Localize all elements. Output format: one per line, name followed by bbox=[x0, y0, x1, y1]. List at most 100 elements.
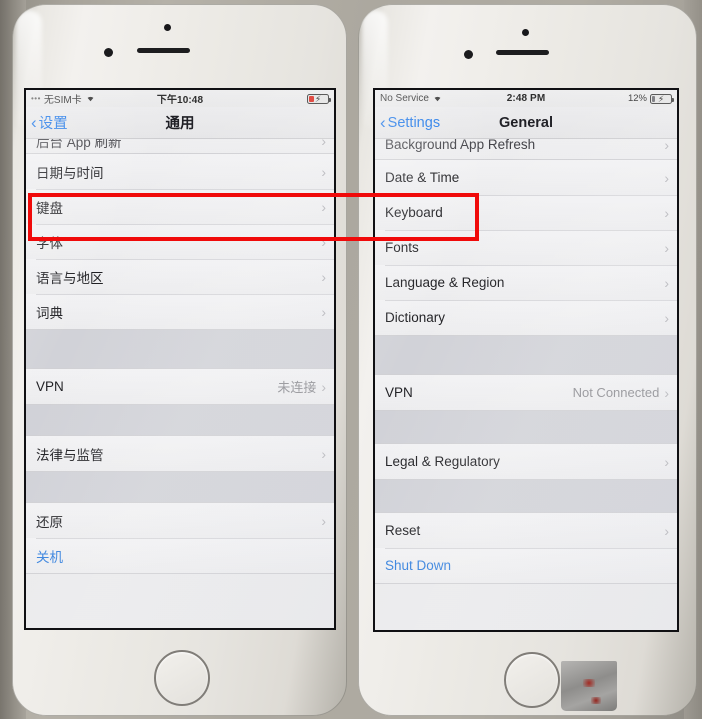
list-item-value: 未连接 bbox=[277, 380, 317, 395]
list-item-label: 语言与地区 bbox=[36, 270, 104, 286]
right-phone-screen: No Service 2:48 PM 12% ⚡ ‹ Settings Gene… bbox=[373, 88, 679, 632]
left-phone-screen: ••• 无SIM卡 下午10:48 ⚡ ‹ 设置 通用 后台 App 刷新 › … bbox=[24, 88, 336, 630]
left-settings-list[interactable]: 日期与时间 › 键盘 › 字体 › 语言与地区 › 词典 › VPN 未连接 › 法律与监管 › 还原 › 关机 bbox=[26, 153, 334, 628]
list-item[interactable]: 字体 › bbox=[26, 224, 334, 259]
list-item-label: 键盘 bbox=[36, 200, 63, 216]
list-item[interactable]: VPN Not Connected › bbox=[375, 375, 677, 410]
left-back-button[interactable]: ‹ 设置 bbox=[26, 112, 68, 133]
list-item-label: 日期与时间 bbox=[36, 165, 104, 181]
left-page-title: 通用 bbox=[165, 116, 195, 132]
list-group-separator bbox=[26, 472, 334, 502]
right-phone-front-camera-icon bbox=[522, 29, 529, 36]
left-status-time: 下午10:48 bbox=[156, 95, 204, 106]
list-item[interactable]: VPN 未连接 › bbox=[26, 369, 334, 404]
list-item-label: Reset bbox=[385, 523, 421, 538]
left-nav-bar: ‹ 设置 通用 bbox=[26, 107, 334, 139]
chevron-right-icon: › bbox=[321, 198, 326, 215]
list-item[interactable]: Keyboard › bbox=[375, 195, 677, 230]
chevron-right-icon: › bbox=[321, 163, 326, 180]
list-item-label: Dictionary bbox=[385, 310, 446, 325]
chevron-right-icon: › bbox=[664, 274, 669, 291]
list-group: 日期与时间 › 键盘 › 字体 › 语言与地区 › 词典 › bbox=[26, 153, 334, 330]
list-item[interactable]: 键盘 › bbox=[26, 189, 334, 224]
left-phone-sensor-icon bbox=[104, 48, 113, 57]
chevron-right-icon: › bbox=[664, 169, 669, 186]
list-item-label: 关机 bbox=[36, 549, 63, 565]
right-phone-earpiece-speaker bbox=[496, 50, 549, 55]
left-phone-front-camera-icon bbox=[164, 24, 171, 31]
chevron-right-icon: › bbox=[321, 378, 326, 395]
list-item[interactable]: Language & Region › bbox=[375, 265, 677, 300]
list-item-value: Not Connected bbox=[572, 385, 660, 400]
list-item-label: Fonts bbox=[385, 240, 419, 255]
chevron-right-icon: › bbox=[664, 522, 669, 539]
list-item[interactable]: 词典 › bbox=[26, 294, 334, 329]
chevron-right-icon: › bbox=[664, 384, 669, 401]
list-item[interactable]: Date & Time › bbox=[375, 160, 677, 195]
list-item[interactable]: Reset › bbox=[375, 513, 677, 548]
right-status-time: 2:48 PM bbox=[506, 93, 546, 104]
list-group: VPN Not Connected › bbox=[375, 374, 677, 411]
list-item-label: VPN bbox=[385, 385, 413, 400]
battery-charging-icon: ⚡ bbox=[307, 93, 331, 104]
right-battery-percent: 12% bbox=[627, 93, 647, 104]
left-carrier-label: 无SIM卡 bbox=[43, 95, 82, 106]
list-item-label: VPN bbox=[36, 379, 64, 394]
right-nav-bar: ‹ Settings General bbox=[375, 107, 677, 139]
list-item[interactable]: 法律与监管 › bbox=[26, 436, 334, 471]
list-item-label: 法律与监管 bbox=[36, 447, 104, 463]
list-item-label: Date & Time bbox=[385, 170, 460, 185]
right-phone-home-button[interactable] bbox=[504, 652, 560, 708]
right-carrier-label: No Service bbox=[380, 93, 429, 104]
wifi-icon-svg bbox=[434, 96, 441, 101]
chevron-right-icon: › bbox=[321, 233, 326, 250]
list-group-separator bbox=[26, 405, 334, 435]
left-status-bar: ••• 无SIM卡 下午10:48 ⚡ bbox=[26, 90, 334, 107]
wifi-icon-svg bbox=[87, 96, 94, 101]
list-item[interactable]: 语言与地区 › bbox=[26, 259, 334, 294]
list-item-label: 词典 bbox=[36, 305, 63, 321]
right-back-button[interactable]: ‹ Settings bbox=[375, 114, 440, 131]
chevron-right-icon: › bbox=[664, 453, 669, 470]
list-group: VPN 未连接 › bbox=[26, 368, 334, 405]
chevron-right-icon: › bbox=[321, 303, 326, 320]
list-item-label: 字体 bbox=[36, 235, 63, 251]
list-group: 还原 › 关机 bbox=[26, 502, 334, 574]
list-item-label: 还原 bbox=[36, 514, 63, 530]
chevron-right-icon: › bbox=[321, 445, 326, 462]
left-partial-row-background-app-refresh[interactable]: 后台 App 刷新 › bbox=[26, 139, 334, 154]
list-item[interactable]: 还原 › bbox=[26, 503, 334, 538]
right-partial-row-label: Background App Refresh bbox=[385, 139, 536, 152]
list-item-label: Keyboard bbox=[385, 205, 443, 220]
list-group: 法律与监管 › bbox=[26, 435, 334, 472]
list-group: Date & Time › Keyboard › Fonts › Language & Re… bbox=[375, 159, 677, 336]
chevron-right-icon: › bbox=[321, 512, 326, 529]
left-phone-earpiece-speaker bbox=[137, 48, 190, 53]
chevron-right-icon: › bbox=[664, 309, 669, 326]
left-phone-home-button[interactable] bbox=[154, 650, 210, 706]
chevron-left-icon: ‹ bbox=[31, 113, 37, 132]
right-settings-list[interactable]: Date & Time › Keyboard › Fonts › Language & Re… bbox=[375, 159, 677, 630]
list-item[interactable]: Dictionary › bbox=[375, 300, 677, 335]
chevron-right-icon: › bbox=[321, 139, 326, 149]
list-item[interactable]: 关机 bbox=[26, 538, 334, 573]
chevron-right-icon: › bbox=[664, 204, 669, 221]
list-item[interactable]: Fonts › bbox=[375, 230, 677, 265]
wifi-icon bbox=[432, 93, 443, 105]
list-item-label: Shut Down bbox=[385, 558, 452, 573]
list-item-label: Legal & Regulatory bbox=[385, 454, 500, 469]
right-status-bar: No Service 2:48 PM 12% ⚡ bbox=[375, 90, 677, 107]
right-phone-sensor-icon bbox=[464, 50, 473, 59]
chevron-right-icon: › bbox=[321, 268, 326, 285]
photo-scene: ••• 无SIM卡 下午10:48 ⚡ ‹ 设置 通用 后台 App 刷新 › … bbox=[0, 0, 702, 719]
right-partial-row-background-app-refresh[interactable]: Background App Refresh › bbox=[375, 139, 677, 160]
left-signal-dots-icon: ••• bbox=[31, 94, 41, 103]
list-item[interactable]: Legal & Regulatory › bbox=[375, 444, 677, 479]
list-item[interactable]: Shut Down bbox=[375, 548, 677, 583]
list-item[interactable]: 日期与时间 › bbox=[26, 154, 334, 189]
list-group-separator bbox=[375, 411, 677, 443]
list-group: Reset › Shut Down bbox=[375, 512, 677, 584]
list-group: Legal & Regulatory › bbox=[375, 443, 677, 480]
list-group-separator bbox=[26, 330, 334, 368]
wifi-icon bbox=[85, 93, 96, 105]
